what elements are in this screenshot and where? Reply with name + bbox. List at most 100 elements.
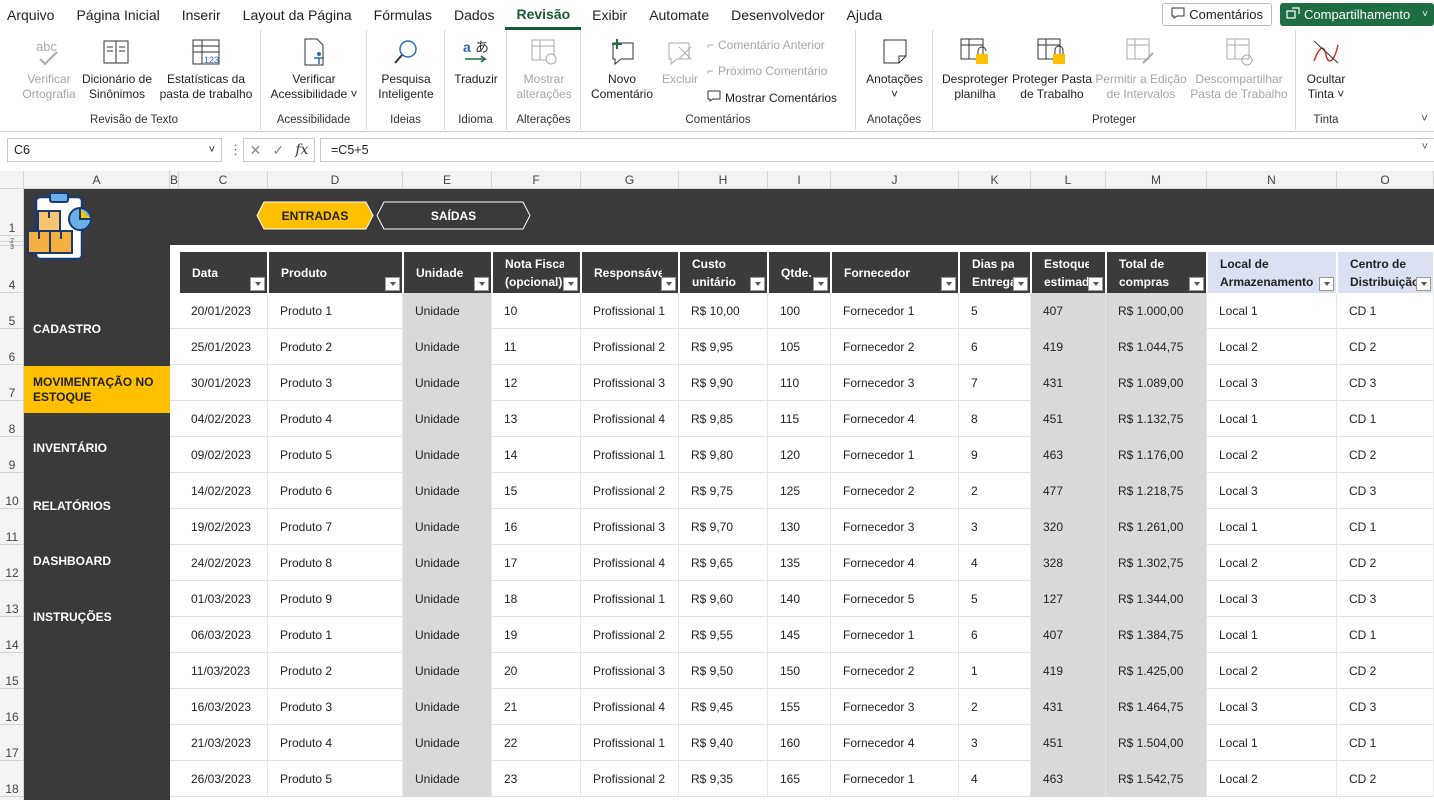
table-cell[interactable]: 160 bbox=[768, 725, 831, 761]
table-cell[interactable]: Local 3 bbox=[1207, 689, 1337, 725]
translate-button[interactable]: aあ Traduzir bbox=[449, 34, 503, 87]
filter-dropdown-icon[interactable] bbox=[661, 277, 676, 291]
table-cell[interactable]: Profissional 2 bbox=[581, 617, 679, 653]
table-cell[interactable]: R$ 9,55 bbox=[679, 617, 768, 653]
table-cell[interactable]: CD 1 bbox=[1337, 401, 1434, 437]
table-cell[interactable]: 7 bbox=[959, 365, 1031, 401]
table-cell[interactable]: Profissional 1 bbox=[581, 437, 679, 473]
table-cell[interactable]: 19/02/2023 bbox=[179, 509, 268, 545]
table-cell[interactable]: R$ 1.504,00 bbox=[1106, 725, 1207, 761]
table-cell[interactable]: Fornecedor 4 bbox=[831, 545, 959, 581]
table-cell[interactable]: Profissional 1 bbox=[581, 293, 679, 329]
table-cell[interactable]: 26/03/2023 bbox=[179, 761, 268, 797]
table-cell[interactable]: 30/01/2023 bbox=[179, 365, 268, 401]
table-cell[interactable]: R$ 9,85 bbox=[679, 401, 768, 437]
nav-item-5[interactable]: INSTRUÇÕES bbox=[24, 589, 170, 645]
name-box[interactable]: C6 ˅ bbox=[7, 138, 222, 162]
filter-dropdown-icon[interactable] bbox=[1319, 277, 1334, 291]
table-cell[interactable]: R$ 9,40 bbox=[679, 725, 768, 761]
table-cell[interactable]: Unidade bbox=[403, 329, 492, 365]
row-header[interactable]: 4 bbox=[0, 246, 24, 293]
allow-edit-ranges-button[interactable]: Permitir a Edição de Intervalos bbox=[1095, 34, 1187, 102]
table-cell[interactable]: R$ 1.218,75 bbox=[1106, 473, 1207, 509]
menu-tab-5[interactable]: Dados bbox=[443, 0, 505, 30]
row-header[interactable]: 7 bbox=[0, 365, 24, 401]
table-cell[interactable]: 22 bbox=[492, 725, 581, 761]
table-cell[interactable]: 130 bbox=[768, 509, 831, 545]
table-cell[interactable]: CD 1 bbox=[1337, 293, 1434, 329]
table-cell[interactable]: Local 2 bbox=[1207, 437, 1337, 473]
nav-item-0[interactable]: CADASTRO bbox=[24, 293, 170, 365]
row-header[interactable]: 6 bbox=[0, 329, 24, 365]
table-cell[interactable]: R$ 9,60 bbox=[679, 581, 768, 617]
table-cell[interactable]: R$ 9,65 bbox=[679, 545, 768, 581]
table-cell[interactable]: 18 bbox=[492, 581, 581, 617]
table-cell[interactable]: 431 bbox=[1031, 689, 1106, 725]
table-cell[interactable]: 16 bbox=[492, 509, 581, 545]
table-cell[interactable]: Produto 3 bbox=[268, 689, 403, 725]
table-cell[interactable]: Fornecedor 1 bbox=[831, 617, 959, 653]
filter-dropdown-icon[interactable] bbox=[1088, 277, 1103, 291]
filter-dropdown-icon[interactable] bbox=[385, 277, 400, 291]
table-cell[interactable]: 21 bbox=[492, 689, 581, 725]
table-cell[interactable]: R$ 1.302,75 bbox=[1106, 545, 1207, 581]
row-header[interactable]: 15 bbox=[0, 653, 24, 689]
table-cell[interactable]: CD 2 bbox=[1337, 329, 1434, 365]
row-header[interactable]: 1 bbox=[0, 189, 24, 236]
table-cell[interactable]: 419 bbox=[1031, 329, 1106, 365]
new-comment-button[interactable]: Novo Comentário bbox=[585, 34, 659, 102]
table-cell[interactable]: CD 2 bbox=[1337, 761, 1434, 797]
table-cell[interactable]: Fornecedor 3 bbox=[831, 365, 959, 401]
row-header[interactable]: 5 bbox=[0, 293, 24, 329]
table-cell[interactable]: 150 bbox=[768, 653, 831, 689]
table-cell[interactable]: Unidade bbox=[403, 437, 492, 473]
table-cell[interactable]: 20/01/2023 bbox=[179, 293, 268, 329]
table-cell[interactable]: 9 bbox=[959, 437, 1031, 473]
table-cell[interactable]: CD 3 bbox=[1337, 365, 1434, 401]
comments-button[interactable]: Comentários bbox=[1162, 3, 1272, 26]
table-cell[interactable]: 407 bbox=[1031, 293, 1106, 329]
share-button[interactable]: Compartilhamento ˅ bbox=[1280, 3, 1434, 26]
protect-workbook-button[interactable]: Proteger Pasta de Trabalho bbox=[1011, 34, 1093, 102]
table-cell[interactable]: 17 bbox=[492, 545, 581, 581]
table-cell[interactable]: Unidade bbox=[403, 401, 492, 437]
table-cell[interactable]: 125 bbox=[768, 473, 831, 509]
table-cell[interactable]: R$ 1.261,00 bbox=[1106, 509, 1207, 545]
table-cell[interactable]: Unidade bbox=[403, 617, 492, 653]
table-cell[interactable]: 15 bbox=[492, 473, 581, 509]
table-cell[interactable]: Local 2 bbox=[1207, 329, 1337, 365]
table-cell[interactable]: 451 bbox=[1031, 401, 1106, 437]
table-cell[interactable]: Produto 9 bbox=[268, 581, 403, 617]
table-cell[interactable]: Profissional 4 bbox=[581, 689, 679, 725]
table-cell[interactable]: 155 bbox=[768, 689, 831, 725]
table-cell[interactable]: Local 1 bbox=[1207, 725, 1337, 761]
tab-entradas[interactable]: ENTRADAS bbox=[256, 201, 374, 230]
filter-dropdown-icon[interactable] bbox=[1189, 277, 1204, 291]
row-header[interactable]: 12 bbox=[0, 545, 24, 581]
table-cell[interactable]: Fornecedor 5 bbox=[831, 581, 959, 617]
table-cell[interactable]: 145 bbox=[768, 617, 831, 653]
table-cell[interactable]: Produto 7 bbox=[268, 509, 403, 545]
row-header[interactable]: 17 bbox=[0, 725, 24, 761]
table-cell[interactable]: 3 bbox=[959, 509, 1031, 545]
column-header[interactable]: I bbox=[768, 171, 831, 189]
table-cell[interactable]: 09/02/2023 bbox=[179, 437, 268, 473]
row-header[interactable]: 9 bbox=[0, 437, 24, 473]
column-header[interactable]: J bbox=[831, 171, 959, 189]
table-cell[interactable]: Profissional 3 bbox=[581, 365, 679, 401]
filter-dropdown-icon[interactable] bbox=[474, 277, 489, 291]
table-cell[interactable]: 2 bbox=[959, 473, 1031, 509]
formula-input[interactable]: =C5+5 bbox=[320, 138, 1434, 162]
filter-dropdown-icon[interactable] bbox=[1416, 277, 1431, 291]
table-cell[interactable]: Fornecedor 3 bbox=[831, 689, 959, 725]
menu-tab-4[interactable]: Fórmulas bbox=[363, 0, 443, 30]
table-cell[interactable]: R$ 9,35 bbox=[679, 761, 768, 797]
chevron-down-icon[interactable]: ˅ bbox=[1422, 9, 1428, 20]
ribbon-collapse-icon[interactable]: ˅ bbox=[1421, 111, 1428, 125]
table-cell[interactable]: 11/03/2023 bbox=[179, 653, 268, 689]
table-cell[interactable]: R$ 1.464,75 bbox=[1106, 689, 1207, 725]
table-cell[interactable]: Local 2 bbox=[1207, 545, 1337, 581]
table-cell[interactable]: 01/03/2023 bbox=[179, 581, 268, 617]
table-cell[interactable]: 3 bbox=[959, 725, 1031, 761]
table-cell[interactable]: Local 2 bbox=[1207, 761, 1337, 797]
